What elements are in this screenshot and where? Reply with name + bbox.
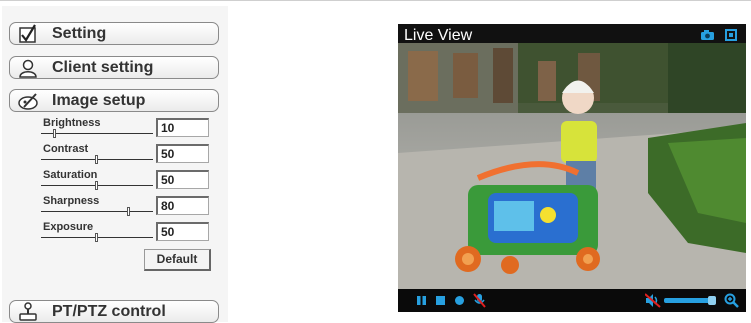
default-button[interactable]: Default <box>144 249 211 271</box>
live-view-panel: Live View <box>398 24 746 312</box>
speaker-muted-icon[interactable] <box>645 293 661 308</box>
volume-slider[interactable] <box>664 298 710 303</box>
sharpness-slider-track <box>41 211 153 212</box>
setting-label: Setting <box>52 25 107 42</box>
record-icon[interactable] <box>454 295 465 306</box>
image-setup-button[interactable]: Image setup <box>9 89 219 112</box>
contrast-slider[interactable] <box>95 155 98 164</box>
user-icon <box>19 59 37 78</box>
top-divider <box>0 0 751 1</box>
brightness-slider-track <box>41 133 153 134</box>
brightness-input[interactable]: 10 <box>156 118 209 137</box>
client-setting-label: Client setting <box>52 59 154 76</box>
contrast-label: Contrast <box>43 143 89 155</box>
check-icon <box>19 24 36 43</box>
settings-panel <box>2 6 228 322</box>
stop-icon[interactable] <box>435 295 446 306</box>
brightness-slider[interactable] <box>53 129 56 138</box>
setting-button[interactable]: Setting <box>9 22 219 45</box>
exposure-input[interactable]: 50 <box>156 222 209 241</box>
exposure-label: Exposure <box>43 221 94 233</box>
mic-off-icon[interactable] <box>473 293 486 308</box>
fullscreen-icon[interactable] <box>724 28 738 42</box>
video-control-bar <box>398 289 746 312</box>
sharpness-input[interactable]: 80 <box>156 196 209 215</box>
exposure-slider[interactable] <box>95 233 98 242</box>
contrast-input[interactable]: 50 <box>156 144 209 163</box>
brightness-label: Brightness <box>43 117 101 129</box>
ptz-control-label: PT/PTZ control <box>52 303 166 320</box>
client-setting-button[interactable]: Client setting <box>9 56 219 79</box>
camera-icon[interactable] <box>700 29 715 41</box>
image-edit-icon <box>18 93 38 110</box>
sharpness-label: Sharpness <box>43 195 100 207</box>
image-setup-label: Image setup <box>52 92 146 109</box>
joystick-icon <box>19 302 37 321</box>
saturation-slider[interactable] <box>95 181 98 190</box>
live-video-feed[interactable] <box>398 43 746 289</box>
saturation-label: Saturation <box>43 169 98 181</box>
zoom-icon[interactable] <box>724 293 739 308</box>
pause-icon[interactable] <box>416 295 427 306</box>
ptz-control-button[interactable]: PT/PTZ control <box>9 300 219 323</box>
volume-slider-thumb[interactable] <box>708 296 716 305</box>
sharpness-slider[interactable] <box>127 207 130 216</box>
saturation-input[interactable]: 50 <box>156 170 209 189</box>
